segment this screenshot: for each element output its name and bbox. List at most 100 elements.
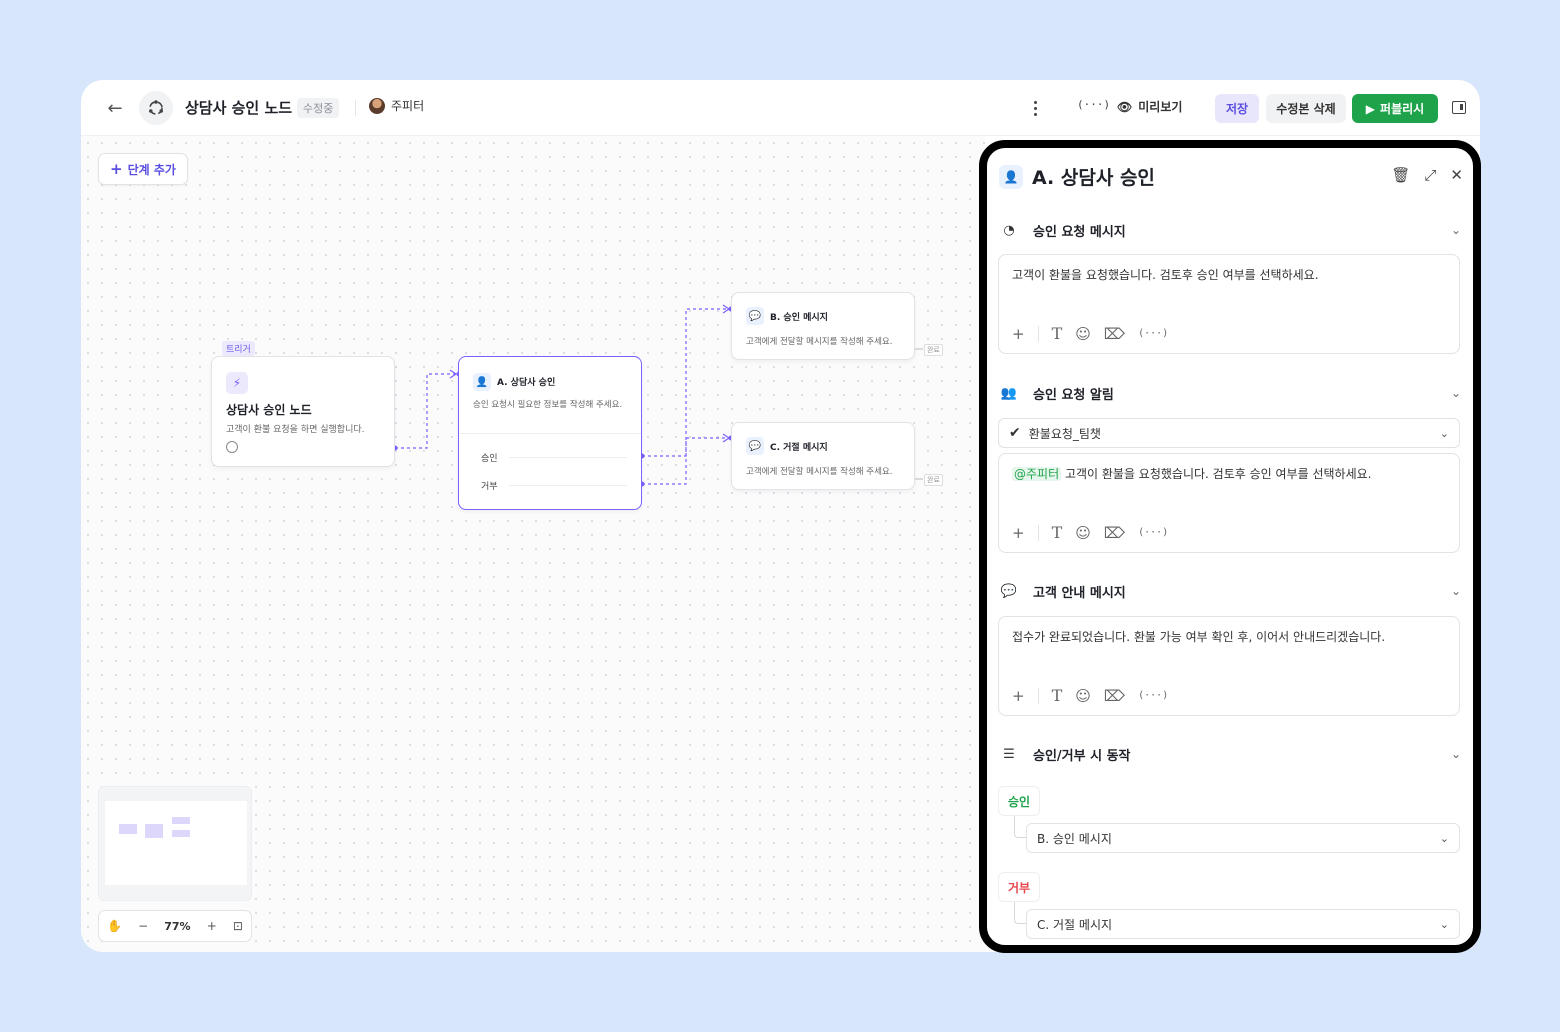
plus-icon[interactable]: + — [1012, 325, 1025, 343]
select-value: B. 승인 메시지 — [1037, 831, 1112, 846]
reject-tag: 거부 — [998, 872, 1040, 902]
emoji-icon[interactable]: ☺ — [1075, 524, 1091, 542]
message-icon: 💬 — [746, 437, 764, 455]
panel-header: 👤 A. 상담사 승인 🗑 ⤢ ✕ — [987, 148, 1473, 200]
node-title: C. 거절 메시지 — [770, 443, 828, 453]
back-arrow-icon[interactable]: ← — [103, 96, 127, 120]
text-format-icon[interactable]: T — [1052, 324, 1063, 343]
option-reject: 거부 — [481, 482, 498, 492]
node-title: B. 승인 메시지 — [770, 313, 828, 323]
editor-toolbar: + T ☺ ⌦ (···) — [1012, 686, 1168, 705]
approve-message-node[interactable]: 💬 B. 승인 메시지 고객에게 전달할 메시지를 작성해 주세요. — [731, 292, 915, 360]
approval-node[interactable]: 👤 A. 상담사 승인 승인 요청시 필요한 정보를 작성해 주세요. 승인 거… — [458, 356, 642, 510]
approve-tag: 승인 — [998, 786, 1040, 816]
request-message-editor[interactable]: 고객이 환불을 요청했습니다. 검토후 승인 여부를 선택하세요. + T ☺ … — [998, 254, 1460, 354]
variable-icon[interactable]: (···) — [1138, 690, 1168, 701]
channel-value: 환불요청_팀챗 — [1028, 426, 1101, 441]
agent-icon: 👤 — [999, 165, 1023, 189]
reject-message-node[interactable]: 💬 C. 거절 메시지 고객에게 전달할 메시지를 작성해 주세요. — [731, 422, 915, 490]
node-title: A. 상담사 승인 — [497, 378, 556, 388]
panel-toggle-icon[interactable] — [1452, 101, 1466, 114]
users-icon: 👥 — [1000, 385, 1018, 401]
edge-trigger-approval — [395, 373, 456, 449]
top-bar: ← 상담사 승인 노드 수정중 주피터 (···) 👁 미리보기 저장 수정본 … — [81, 80, 1480, 136]
section-request-alert[interactable]: 👥 승인 요청 알림 ⌄ — [999, 382, 1465, 404]
divider — [355, 100, 356, 116]
done-tag: 완료 — [924, 344, 943, 356]
section-title: 승인/거부 시 동작 — [1033, 748, 1131, 764]
play-icon: ▶ — [1365, 101, 1376, 116]
customer-message-editor[interactable]: 접수가 완료되었습니다. 환불 가능 여부 확인 후, 이어서 안내드리겠습니다… — [998, 616, 1460, 716]
section-request-message[interactable]: ◔ 승인 요청 메시지 ⌄ — [999, 219, 1465, 241]
owner: 주피터 — [369, 97, 424, 114]
message-icon: 💬 — [746, 307, 764, 325]
save-button[interactable]: 저장 — [1215, 94, 1259, 123]
zoom-level: 77% — [164, 919, 191, 933]
chat-icon — [226, 441, 238, 453]
variables-button[interactable]: (···) — [1077, 98, 1110, 111]
trigger-node[interactable]: ⚡ 상담사 승인 노드 고객이 환불 요청을 하면 실행합니다. — [211, 356, 395, 467]
chevron-down-icon: ⌄ — [1439, 426, 1449, 440]
editor-text[interactable]: 접수가 완료되었습니다. 환불 가능 여부 확인 후, 이어서 안내드리겠습니다… — [1012, 628, 1385, 645]
avatar — [369, 97, 385, 114]
emoji-icon[interactable]: ☺ — [1075, 687, 1091, 705]
chevron-down-icon[interactable]: ⌄ — [1451, 386, 1461, 400]
chevron-down-icon: ⌄ — [1439, 917, 1449, 931]
plus-icon[interactable]: + — [1012, 687, 1025, 705]
node-desc: 고객에게 전달할 메시지를 작성해 주세요. — [746, 337, 893, 347]
more-menu-icon[interactable] — [1027, 96, 1043, 120]
delete-revision-button[interactable]: 수정본 삭제 — [1266, 94, 1346, 123]
plus-icon[interactable]: + — [1012, 524, 1025, 542]
variable-icon[interactable]: (···) — [1138, 328, 1168, 339]
zoom-in-icon[interactable]: + — [207, 919, 217, 933]
node-desc: 고객이 환불 요청을 하면 실행합니다. — [226, 425, 365, 435]
fit-view-icon[interactable]: ⊡ — [233, 919, 243, 933]
node-desc: 승인 요청시 필요한 정보를 작성해 주세요. — [473, 400, 623, 410]
tag-icon[interactable]: ⌦ — [1104, 325, 1125, 343]
section-actions[interactable]: ☰ 승인/거부 시 동작 ⌄ — [999, 743, 1465, 765]
approve-target-select[interactable]: B. 승인 메시지 ⌄ — [1026, 823, 1460, 853]
select-value: C. 거절 메시지 — [1037, 917, 1113, 932]
branch-icon: ☰ — [1003, 746, 1015, 762]
divider — [459, 433, 641, 434]
tag-icon[interactable]: ⌦ — [1104, 524, 1125, 542]
expand-icon[interactable]: ⤢ — [1424, 166, 1436, 184]
done-tag: 완료 — [924, 474, 943, 486]
minimap[interactable] — [98, 786, 252, 901]
section-title: 승인 요청 알림 — [1033, 387, 1114, 403]
variable-icon[interactable]: (···) — [1138, 527, 1168, 538]
edge-approve-b — [642, 308, 729, 457]
alert-message-editor[interactable]: @주피터 고객이 환불을 요청했습니다. 검토후 승인 여부를 선택하세요. +… — [998, 453, 1460, 553]
node-title: 상담사 승인 노드 — [226, 403, 312, 417]
chevron-down-icon[interactable]: ⌄ — [1451, 223, 1461, 237]
tag-icon[interactable]: ⌦ — [1104, 687, 1125, 705]
trigger-tag: 트리거 — [222, 341, 255, 356]
close-icon[interactable]: ✕ — [1450, 166, 1463, 184]
channel-select[interactable]: ✔ 환불요청_팀챗 ⌄ — [998, 418, 1460, 448]
status-badge: 수정중 — [297, 98, 340, 118]
reject-target-select[interactable]: C. 거절 메시지 ⌄ — [1026, 909, 1460, 939]
hand-icon[interactable]: ✋ — [107, 919, 122, 933]
text-format-icon[interactable]: T — [1052, 686, 1063, 705]
mention[interactable]: @주피터 — [1012, 467, 1062, 481]
workflow-icon — [139, 91, 173, 125]
publish-label: 퍼블리시 — [1380, 102, 1425, 116]
chevron-down-icon[interactable]: ⌄ — [1451, 584, 1461, 598]
trash-icon[interactable]: 🗑 — [1391, 166, 1410, 184]
chevron-down-icon: ⌄ — [1439, 831, 1449, 845]
preview-button[interactable]: 👁 미리보기 — [1117, 98, 1182, 115]
emoji-icon[interactable]: ☺ — [1075, 325, 1091, 343]
editor-text[interactable]: 고객이 환불을 요청했습니다. 검토후 승인 여부를 선택하세요. — [1012, 266, 1319, 283]
zoom-out-icon[interactable]: − — [138, 919, 148, 933]
section-customer-message[interactable]: 💬 고객 안내 메시지 ⌄ — [999, 580, 1465, 602]
owner-name: 주피터 — [391, 99, 425, 113]
workflow-canvas[interactable]: + 단계 추가 트리거 ⚡ 상담사 승인 노드 고객이 환불 요청을 하면 실행… — [81, 136, 985, 952]
publish-button[interactable]: ▶ 퍼블리시 — [1352, 94, 1438, 123]
preview-label: 미리보기 — [1138, 100, 1183, 114]
page-title[interactable]: 상담사 승인 노드 — [185, 97, 292, 118]
panel-title[interactable]: A. 상담사 승인 — [1032, 163, 1155, 190]
check-circle-icon: ◔ — [1003, 222, 1015, 238]
text-format-icon[interactable]: T — [1052, 523, 1063, 542]
chevron-down-icon[interactable]: ⌄ — [1451, 747, 1461, 761]
editor-toolbar: + T ☺ ⌦ (···) — [1012, 523, 1168, 542]
